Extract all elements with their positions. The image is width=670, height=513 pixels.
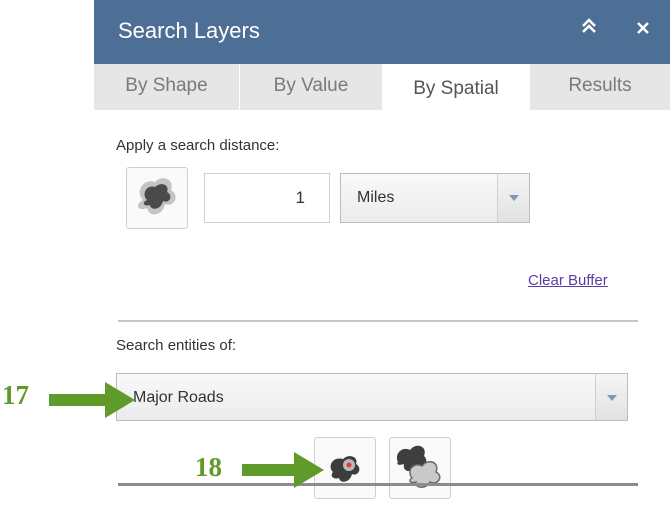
panel-bottom-bar bbox=[118, 483, 638, 486]
panel-title: Search Layers bbox=[118, 18, 260, 43]
tab-bar: By Shape By Value By Spatial Results bbox=[94, 64, 670, 110]
close-glyph bbox=[637, 22, 649, 34]
green-arrow-icon bbox=[49, 382, 135, 418]
chevron-down-icon[interactable] bbox=[595, 374, 627, 420]
clear-buffer-link[interactable]: Clear Buffer bbox=[528, 272, 608, 289]
callout-number-17: 17 bbox=[2, 380, 29, 410]
tab-by-spatial[interactable]: By Spatial bbox=[383, 64, 530, 110]
buffer-shape-icon bbox=[138, 178, 176, 215]
search-entities-label: Search entities of: bbox=[116, 337, 237, 354]
entity-layer-value: Major Roads bbox=[133, 389, 224, 406]
panel-header: Search Layers bbox=[94, 0, 670, 64]
section-divider bbox=[118, 320, 638, 322]
search-layers-panel: Search Layers By Shape By Value By Spati… bbox=[94, 0, 670, 513]
tab-by-shape[interactable]: By Shape bbox=[94, 64, 240, 110]
entity-layer-select[interactable]: Major Roads bbox=[116, 373, 628, 421]
chevron-down-icon[interactable] bbox=[497, 174, 529, 222]
search-distance-label: Apply a search distance: bbox=[116, 137, 280, 154]
distance-unit-select[interactable]: Miles bbox=[340, 173, 530, 223]
callout-number-18: 18 bbox=[195, 452, 222, 482]
tab-by-value[interactable]: By Value bbox=[240, 64, 383, 110]
green-arrow-icon bbox=[242, 452, 324, 488]
overlap-shapes-icon bbox=[396, 445, 441, 488]
overlap-shapes-button[interactable] bbox=[389, 437, 451, 499]
distance-input[interactable]: 1 bbox=[204, 173, 330, 223]
tab-results[interactable]: Results bbox=[530, 64, 670, 110]
buffer-button[interactable] bbox=[126, 167, 188, 229]
distance-unit-value: Miles bbox=[357, 189, 395, 206]
close-icon[interactable] bbox=[628, 15, 658, 45]
double-chevron-up-icon[interactable] bbox=[574, 15, 604, 45]
collapse-glyph bbox=[582, 18, 596, 33]
